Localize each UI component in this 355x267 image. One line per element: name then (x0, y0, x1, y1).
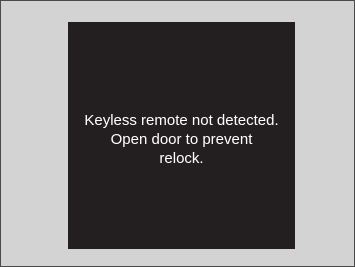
warning-message-line-1: Keyless remote not detected. (84, 112, 279, 129)
warning-message-line-2: Open door to prevent (110, 131, 253, 148)
figure-frame: Keyless remote not detected. Open door t… (0, 0, 355, 267)
instrument-display-screen: Keyless remote not detected. Open door t… (68, 22, 295, 249)
warning-message: Keyless remote not detected. Open door t… (72, 111, 292, 168)
warning-message-line-3: relock. (159, 150, 204, 167)
